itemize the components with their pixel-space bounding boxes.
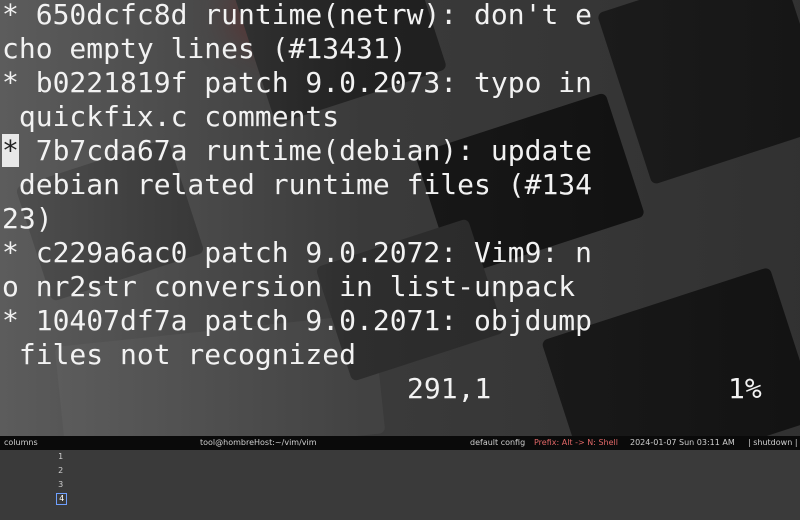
terminal-line: * 10407df7a patch 9.0.2071: objdump bbox=[2, 304, 593, 337]
terminal-line: 23) bbox=[2, 202, 53, 235]
workspace-4[interactable]: 4 bbox=[56, 493, 68, 505]
terminal-line: quickfix.c comments bbox=[2, 100, 340, 133]
terminal-line-cursor: * 7b7cda67a runtime(debian): update bbox=[2, 134, 593, 167]
terminal-line: * b0221819f patch 9.0.2073: typo in bbox=[2, 66, 593, 99]
workspace-2[interactable]: 2 bbox=[56, 464, 65, 478]
ruler-position: 291,1 bbox=[407, 372, 492, 405]
terminal-line: * 650dcfc8d runtime(netrw): don't e bbox=[2, 0, 593, 31]
terminal-line: files not recognized bbox=[2, 338, 357, 371]
workspace-1[interactable]: 1 bbox=[56, 450, 65, 464]
terminal-line: cho empty lines (#13431) bbox=[2, 32, 407, 65]
keybind-mode: Prefix: Alt -> N: Shell bbox=[534, 438, 618, 447]
terminal-line: debian related runtime files (#134 bbox=[2, 168, 593, 201]
layout-label: columns bbox=[4, 438, 38, 447]
clock: 2024-01-07 Sun 03:11 AM bbox=[630, 438, 735, 447]
terminal-window[interactable]: * 650dcfc8d runtime(netrw): don't e cho … bbox=[0, 0, 800, 436]
shutdown-button[interactable]: | shutdown | bbox=[748, 436, 798, 450]
text-cursor: * bbox=[2, 134, 19, 167]
window-manager-statusbar: columns 1 2 3 4 tool@hombreHost:~/vim/vi… bbox=[0, 436, 800, 505]
workspace-3[interactable]: 3 bbox=[56, 478, 65, 492]
terminal-line: * c229a6ac0 patch 9.0.2072: Vim9: n bbox=[2, 236, 593, 269]
workspace-list: 1 2 3 4 bbox=[42, 436, 68, 520]
config-label: default config bbox=[470, 438, 526, 447]
ruler-percent: 1% bbox=[728, 372, 762, 405]
terminal-line: o nr2str conversion in list-unpack bbox=[2, 270, 576, 303]
window-title: tool@hombreHost:~/vim/vim bbox=[200, 438, 317, 447]
